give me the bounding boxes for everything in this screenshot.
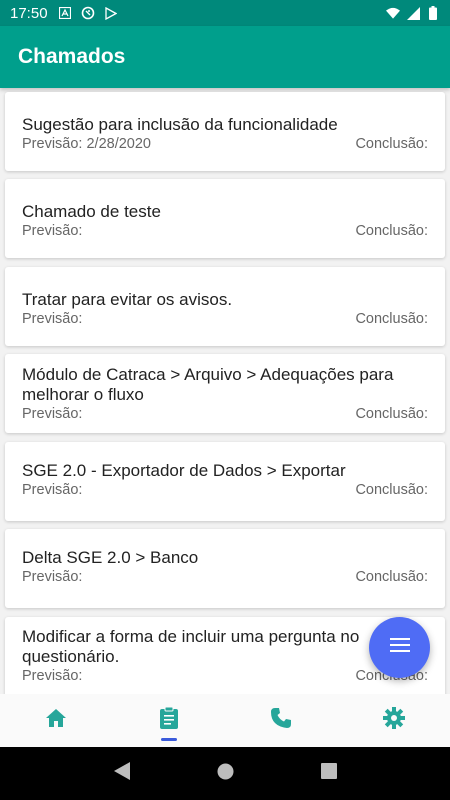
ticket-meta: Previsão: Conclusão: (22, 481, 428, 499)
ticket-meta: Previsão: Conclusão: (22, 310, 428, 328)
ticket-card[interactable]: Tratar para evitar os avisos. Previsão: … (5, 267, 445, 346)
ticket-meta: Previsão: 2/28/2020 Conclusão: (22, 135, 428, 153)
menu-fab-button[interactable] (369, 617, 430, 678)
status-icons-left (58, 6, 118, 20)
ticket-conclusion: Conclusão: (355, 311, 428, 327)
ticket-conclusion: Conclusão: (355, 482, 428, 498)
phone-icon (271, 708, 292, 733)
gear-icon (382, 707, 405, 734)
app-bar: Chamados (0, 26, 450, 88)
ticket-card[interactable]: Módulo de Catraca > Arquivo > Adequações… (5, 354, 445, 433)
clipboard-icon (159, 706, 178, 734)
ticket-card[interactable]: Chamado de teste Previsão: Conclusão: (5, 179, 445, 258)
ticket-card[interactable]: Sugestão para inclusão da funcionalidade… (5, 92, 445, 171)
ticket-meta: Previsão: Conclusão: (22, 568, 428, 586)
nav-item-home[interactable] (0, 694, 113, 747)
system-nav-bar (0, 747, 450, 800)
ticket-conclusion: Conclusão: (355, 136, 428, 152)
ticket-forecast: Previsão: (22, 311, 83, 327)
ticket-meta: Previsão: Conclusão: (22, 222, 428, 240)
status-bar: 17:50 (0, 0, 450, 26)
nav-item-settings[interactable] (338, 694, 450, 747)
ticket-forecast: Previsão: (22, 406, 83, 422)
ticket-conclusion: Conclusão: (355, 569, 428, 585)
ticket-title: Chamado de teste (22, 202, 161, 221)
page-title: Chamados (18, 45, 126, 68)
notification-a-icon (58, 6, 72, 20)
ticket-meta: Previsão: Conclusão: (22, 667, 428, 685)
ticket-conclusion: Conclusão: (355, 223, 428, 239)
ticket-forecast: Previsão: (22, 223, 83, 239)
ticket-card[interactable]: Delta SGE 2.0 > Banco Previsão: Conclusã… (5, 529, 445, 608)
ticket-title: Delta SGE 2.0 > Banco (22, 548, 199, 567)
ticket-forecast: Previsão: (22, 668, 83, 684)
menu-icon (389, 637, 410, 658)
back-icon[interactable] (113, 762, 130, 785)
play-store-icon (104, 6, 118, 20)
ticket-card[interactable]: SGE 2.0 - Exportador de Dados > Exportar… (5, 442, 445, 521)
nav-item-phone[interactable] (225, 694, 338, 747)
ticket-forecast: Previsão: (22, 482, 83, 498)
ticket-conclusion: Conclusão: (355, 406, 428, 422)
ticket-title: Módulo de Catraca > Arquivo > Adequações… (22, 365, 394, 404)
ticket-meta: Previsão: Conclusão: (22, 405, 428, 423)
status-time: 17:50 (10, 4, 48, 22)
signal-icon (406, 6, 420, 20)
ticket-title: Sugestão para inclusão da funcionalidade (22, 115, 338, 134)
recents-icon[interactable] (320, 763, 337, 784)
home-icon (46, 709, 67, 732)
ticket-list[interactable]: Sugestão para inclusão da funcionalidade… (0, 88, 450, 694)
ticket-title: Modificar a forma de incluir uma pergunt… (22, 627, 360, 666)
ticket-title: SGE 2.0 - Exportador de Dados > Exportar (22, 461, 346, 480)
bottom-nav (0, 694, 450, 747)
status-icons-right (386, 6, 440, 20)
home-circle-icon[interactable] (217, 763, 234, 785)
ticket-forecast: Previsão: (22, 569, 83, 585)
battery-icon (426, 6, 440, 20)
nav-active-indicator (160, 738, 177, 741)
sync-icon (81, 6, 95, 20)
ticket-forecast: Previsão: 2/28/2020 (22, 136, 151, 152)
nav-item-tickets[interactable] (113, 694, 226, 747)
wifi-icon (386, 6, 400, 20)
ticket-title: Tratar para evitar os avisos. (22, 290, 233, 309)
